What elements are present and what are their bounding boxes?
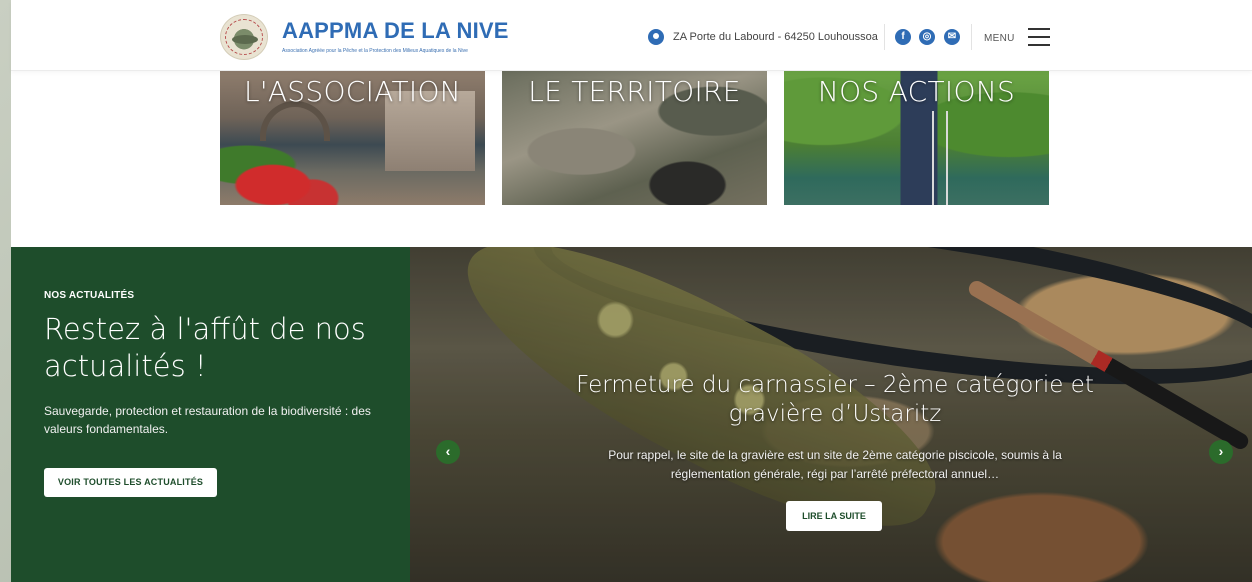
news-slider: Fermeture du carnassier – 2ème catégorie… [410,247,1252,582]
news-panel: NOS ACTUALITÉS Restez à l'affût de nos a… [11,247,410,582]
hamburger-menu-icon[interactable] [1028,28,1050,46]
news-kicker: NOS ACTUALITÉS [44,290,135,301]
logo-fish [232,35,258,44]
tile-nos-actions[interactable]: NOS ACTIONS [784,71,1049,205]
slide-excerpt: Pour rappel, le site de la gravière est … [608,448,1062,481]
read-more-button[interactable]: LIRE LA SUITE [786,501,882,531]
tile-label: L'ASSOCIATION [243,75,462,108]
site-subtitle: Association Agréée pour la Pêche et la P… [282,48,468,54]
ladder [932,111,948,205]
tile-label: LE TERRITOIRE [528,75,741,108]
all-news-button[interactable]: VOIR TOUTES LES ACTUALITÉS [44,468,217,497]
location-pin-icon [648,29,664,45]
slider-next-arrow-icon[interactable]: › [1209,440,1233,464]
divider [884,24,885,50]
site-title[interactable]: AAPPMA DE LA NIVE [282,18,509,44]
slide-title[interactable]: Fermeture du carnassier – 2ème catégorie… [570,371,1100,429]
email-icon[interactable]: ✉ [944,29,960,45]
logo-icon[interactable] [220,14,268,60]
slider-prev-arrow-icon[interactable]: ‹ [436,440,460,464]
tile-territoire[interactable]: LE TERRITOIRE [502,71,767,205]
tile-label: NOS ACTIONS [817,75,1016,108]
news-heading: Restez à l'affût de nos actualités ! [44,312,366,383]
site-header: AAPPMA DE LA NIVE Association Agréée pou… [11,0,1252,71]
news-description: Sauvegarde, protection et restauration d… [44,404,371,436]
facebook-icon[interactable]: f [895,29,911,45]
page: AAPPMA DE LA NIVE Association Agréée pou… [11,0,1252,582]
address-text: ZA Porte du Labourd - 64250 Louhoussoa [673,31,878,43]
menu-label[interactable]: MENU [984,33,1015,44]
tile-association[interactable]: L'ASSOCIATION [220,71,485,205]
instagram-icon[interactable]: ◎ [919,29,935,45]
divider [971,24,972,50]
